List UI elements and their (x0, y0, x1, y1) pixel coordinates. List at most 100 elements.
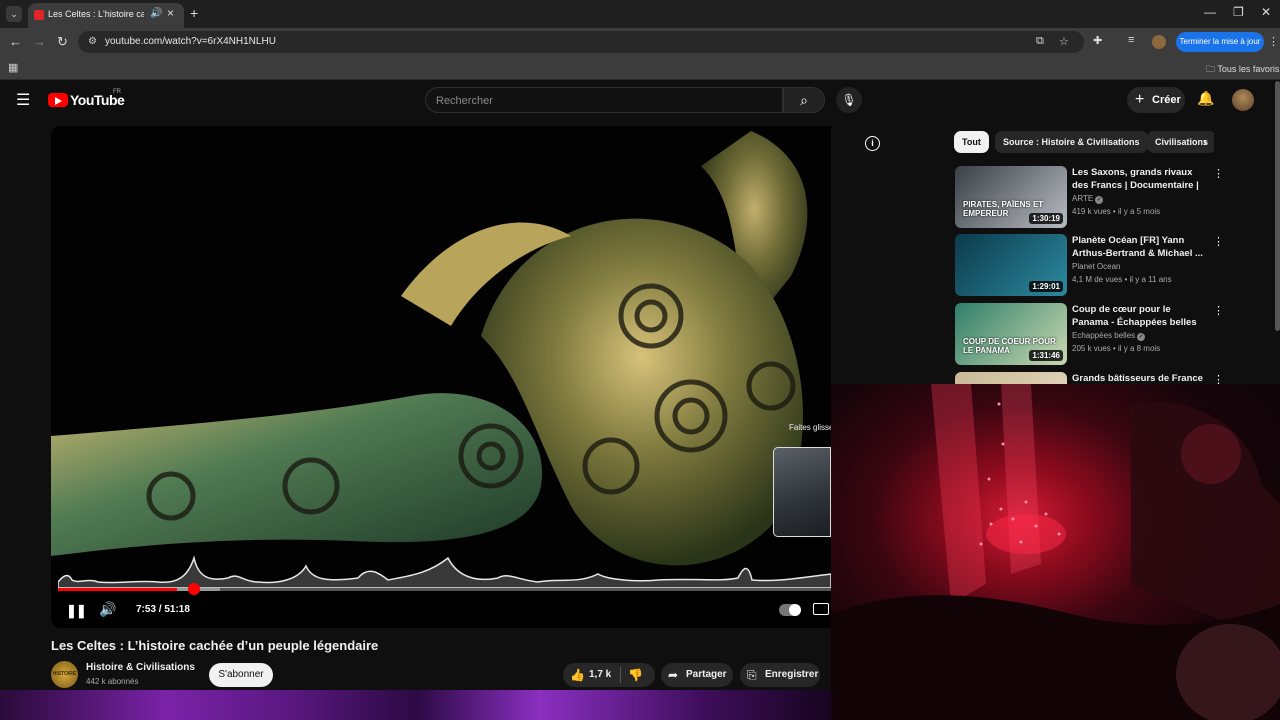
url-text[interactable]: youtube.com/watch?v=6rX4NH1NLHU (105, 36, 276, 47)
apps-grid-icon[interactable]: ▦ (8, 61, 18, 74)
more-actions-icon[interactable]: ⋮ (1213, 167, 1224, 180)
menu-icon[interactable]: ☰ (16, 90, 30, 110)
autoplay-toggle[interactable] (779, 604, 801, 616)
more-actions-icon[interactable]: ⋮ (1213, 235, 1224, 248)
forward-icon[interactable]: → (33, 34, 46, 49)
next-content-strip (0, 690, 831, 720)
subscribe-button[interactable]: S'abonner (209, 663, 273, 687)
tab-search-button[interactable]: ⌄ (6, 6, 22, 22)
volume-icon[interactable]: 🔊 (99, 601, 116, 618)
site-info-icon[interactable]: ⚙ (88, 36, 97, 47)
search-icon[interactable]: ⌕ (783, 87, 825, 113)
profile-avatar[interactable] (1152, 35, 1166, 49)
search-box[interactable] (425, 87, 783, 113)
most-replayed-heatmap (58, 555, 831, 588)
recommendation-meta: 205 k vues • il y a 8 mois (1072, 344, 1161, 353)
share-label: Partager (686, 669, 727, 680)
account-avatar[interactable] (1232, 89, 1254, 111)
webcam-overlay (831, 384, 1280, 720)
create-button[interactable]: + Créer (1127, 87, 1185, 113)
recommendation-title[interactable]: Les Saxons, grands rivaux des Francs | D… (1072, 166, 1206, 192)
channel-name[interactable]: Histoire & Civilisations (86, 662, 195, 673)
save-playlist-icon: ⎘ (747, 668, 757, 682)
save-button[interactable]: ⎘ Enregistrer (740, 663, 820, 687)
duration-badge: 1:29:01 (1029, 281, 1063, 292)
page-scrollbar[interactable] (1275, 81, 1280, 331)
recommendation-channel-name: Planet Ocean (1072, 262, 1121, 271)
save-label: Enregistrer (765, 669, 819, 680)
like-divider (620, 667, 621, 683)
new-tab-button[interactable]: + (190, 5, 198, 21)
video-title: Les Celtes : L’histoire cachée d’un peup… (51, 638, 379, 653)
all-bookmarks-label: Tous les favoris (1217, 64, 1280, 74)
pause-icon[interactable]: ❚❚ (66, 603, 87, 619)
browser-tab-active[interactable]: Les Celtes : L'histoire caché 🔊 × (28, 3, 184, 28)
like-dislike-group: 👍 1,7 k 👎 (563, 663, 655, 687)
youtube-play-logo-icon (48, 93, 68, 107)
verified-badge-icon: ✓ (1137, 333, 1146, 341)
channel-avatar[interactable]: HISTOIRE (51, 661, 78, 688)
recommendation-channel[interactable]: ARTE ✓ (1072, 194, 1104, 204)
media-control-icon[interactable]: ≡ (1128, 34, 1134, 46)
time-display: 7:53 / 51:18 (136, 604, 190, 615)
update-browser-button[interactable]: Terminer la mise à jour (1176, 32, 1264, 52)
subscriber-count: 442 k abonnés (86, 677, 139, 686)
recommendation-thumbnail[interactable]: PIRATES, PAÏENS ET EMPEREUR 1:30:19 (955, 166, 1067, 228)
tab-close-icon[interactable]: × (167, 6, 174, 20)
notifications-bell-icon[interactable]: 🔔 (1197, 90, 1214, 107)
address-bar[interactable]: ⚙ youtube.com/watch?v=6rX4NH1NLHU ⧉ ☆ (78, 31, 1084, 53)
close-window-icon[interactable]: ✕ (1261, 5, 1271, 19)
tab-title: Les Celtes : L'histoire caché (48, 9, 144, 19)
recommendation-thumbnail[interactable]: COUP DE COEUR POUR LE PANAMA 1:31:46 (955, 303, 1067, 365)
restore-icon[interactable]: ❐ (1233, 5, 1244, 19)
recommendation-item[interactable]: 1:29:01 Planète Océan [FR] Yann Arthus-Be… (955, 234, 1225, 298)
like-count[interactable]: 1,7 k (589, 663, 611, 687)
microphone-icon[interactable]: 🎙 (836, 87, 862, 113)
create-label: Créer (1152, 94, 1181, 106)
chip-all[interactable]: Tout (954, 131, 989, 153)
duration-badge: 1:31:46 (1029, 350, 1063, 361)
recommendation-item[interactable]: COUP DE COEUR POUR LE PANAMA 1:31:46 Coup … (955, 303, 1225, 367)
progress-played (58, 588, 178, 591)
recommendation-thumbnail[interactable]: 1:29:01 (955, 234, 1067, 296)
minimize-icon[interactable]: — (1204, 5, 1216, 19)
bookmarks-bar: ▦ 🗀 Tous les favoris (0, 56, 1280, 80)
recommendation-channel-name: Echappées belles (1072, 331, 1136, 340)
reload-icon[interactable]: ↻ (57, 34, 68, 50)
video-frame-celtic-torc (51, 126, 831, 586)
video-info-icon[interactable]: i (865, 136, 880, 151)
recommendation-item[interactable]: PIRATES, PAÏENS ET EMPEREUR 1:30:19 Les Sa… (955, 166, 1225, 230)
dislike-icon[interactable]: 👎 (628, 663, 643, 687)
youtube-favicon-icon (34, 10, 44, 20)
more-actions-icon[interactable]: ⋮ (1213, 304, 1224, 317)
install-app-icon[interactable]: ⧉ (1036, 35, 1044, 48)
autoplay-toggle-knob (789, 604, 801, 616)
progress-scrubber-handle[interactable] (188, 583, 200, 595)
browser-tabstrip: ⌄ Les Celtes : L'histoire caché 🔊 × + — … (0, 0, 1280, 28)
recommendation-channel[interactable]: Planet Ocean (1072, 262, 1120, 271)
like-icon[interactable]: 👍 (570, 663, 585, 687)
seek-hint-text: Faites glisser pour rechercher (789, 423, 831, 432)
bookmark-star-icon[interactable]: ☆ (1059, 35, 1069, 48)
share-button[interactable]: ➦ Partager (661, 663, 733, 687)
chip-source[interactable]: Source : Histoire & Civilisations (995, 131, 1148, 153)
browser-menu-icon[interactable]: ⋮ (1268, 35, 1279, 48)
chevron-right-icon[interactable]: › (1203, 135, 1207, 149)
recommendation-channel-name: ARTE (1072, 194, 1094, 203)
webcam-feed-image (831, 384, 1280, 720)
progress-bar[interactable] (58, 588, 831, 591)
duration-badge: 1:30:19 (1029, 213, 1063, 224)
region-code: FR (113, 89, 121, 95)
subtitles-icon[interactable] (813, 603, 829, 615)
search-input[interactable] (436, 93, 766, 109)
extensions-icon[interactable]: ✚ (1093, 34, 1102, 47)
audio-playing-icon[interactable]: 🔊 (150, 8, 162, 19)
back-icon[interactable]: ← (9, 34, 22, 49)
all-bookmarks-folder[interactable]: 🗀 Tous les favoris (1206, 62, 1279, 78)
recommendation-title[interactable]: Planète Océan [FR] Yann Arthus-Bertrand … (1072, 234, 1206, 260)
recommendation-title[interactable]: Coup de cœur pour le Panama - Échappées … (1072, 303, 1206, 329)
share-icon: ➦ (668, 668, 679, 682)
recommendation-channel[interactable]: Echappées belles ✓ (1072, 331, 1146, 341)
related-filter-chips: Tout Source : Histoire & Civilisations C… (954, 131, 1214, 153)
recommendation-meta: 419 k vues • il y a 5 mois (1072, 207, 1161, 216)
